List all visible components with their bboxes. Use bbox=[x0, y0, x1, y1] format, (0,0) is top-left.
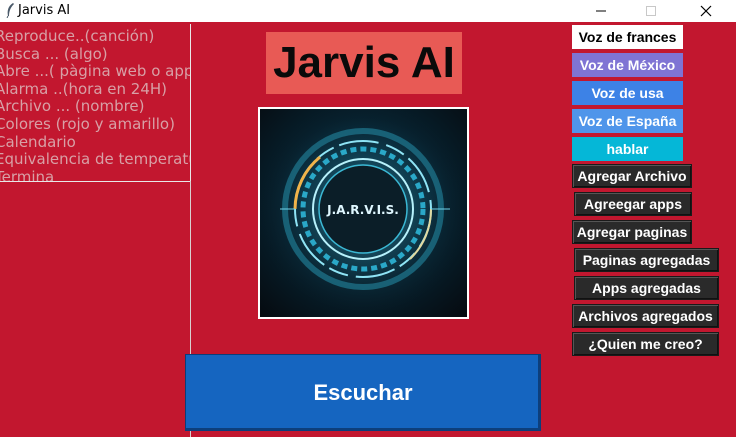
close-icon bbox=[700, 5, 712, 17]
add-file-button[interactable]: Agregar Archivo bbox=[572, 164, 692, 188]
voice-french-button[interactable]: Voz de frances bbox=[572, 25, 683, 49]
logo-text: J.A.R.V.I.S. bbox=[326, 203, 399, 217]
command-item: Calendario bbox=[0, 132, 76, 151]
minimize-icon bbox=[596, 10, 606, 12]
close-button[interactable] bbox=[683, 0, 729, 22]
command-item: Alarma ..(hora en 24H) bbox=[0, 79, 168, 98]
window-title: Jarvis AI bbox=[18, 3, 71, 18]
command-item: Abre ...( pàgina web o app) bbox=[0, 62, 191, 81]
title-bar: Jarvis AI bbox=[0, 0, 736, 22]
add-pages-button[interactable]: Agregar paginas bbox=[572, 220, 692, 244]
command-item: Equivalencia de temperaturas bbox=[0, 150, 190, 169]
app-title: Jarvis AI bbox=[266, 32, 462, 94]
command-item: Reproduce..(canción) bbox=[0, 27, 155, 45]
listen-button[interactable]: Escuchar bbox=[185, 354, 541, 431]
jarvis-logo-image: J.A.R.V.I.S. bbox=[258, 107, 469, 319]
voice-mexico-button[interactable]: Voz de México bbox=[572, 53, 683, 77]
voice-usa-button[interactable]: Voz de usa bbox=[572, 81, 683, 105]
command-item: Termina bbox=[0, 167, 55, 182]
who-created-me-button[interactable]: ¿Quien me creo? bbox=[572, 332, 719, 356]
added-files-button[interactable]: Archivos agregados bbox=[572, 304, 719, 328]
speak-button[interactable]: hablar bbox=[572, 137, 683, 161]
command-item: Colores (rojo y amarillo) bbox=[0, 114, 175, 133]
commands-list: Reproduce..(canción) Busca ... (algo) Ab… bbox=[0, 27, 191, 182]
maximize-button[interactable] bbox=[628, 0, 674, 22]
commands-panel[interactable]: Reproduce..(canción) Busca ... (algo) Ab… bbox=[0, 24, 191, 182]
minimize-button[interactable] bbox=[578, 0, 624, 22]
add-apps-button[interactable]: Agreegar apps bbox=[574, 192, 692, 216]
feather-icon bbox=[6, 3, 14, 18]
command-item: Busca ... (algo) bbox=[0, 44, 108, 63]
added-pages-button[interactable]: Paginas agregadas bbox=[574, 248, 719, 272]
added-apps-button[interactable]: Apps agregadas bbox=[574, 276, 719, 300]
voice-spain-button[interactable]: Voz de España bbox=[572, 109, 683, 133]
maximize-icon bbox=[646, 6, 656, 16]
jarvis-ring-graphic: J.A.R.V.I.S. bbox=[260, 109, 467, 317]
command-item: Archivo ... (nombre) bbox=[0, 97, 145, 116]
